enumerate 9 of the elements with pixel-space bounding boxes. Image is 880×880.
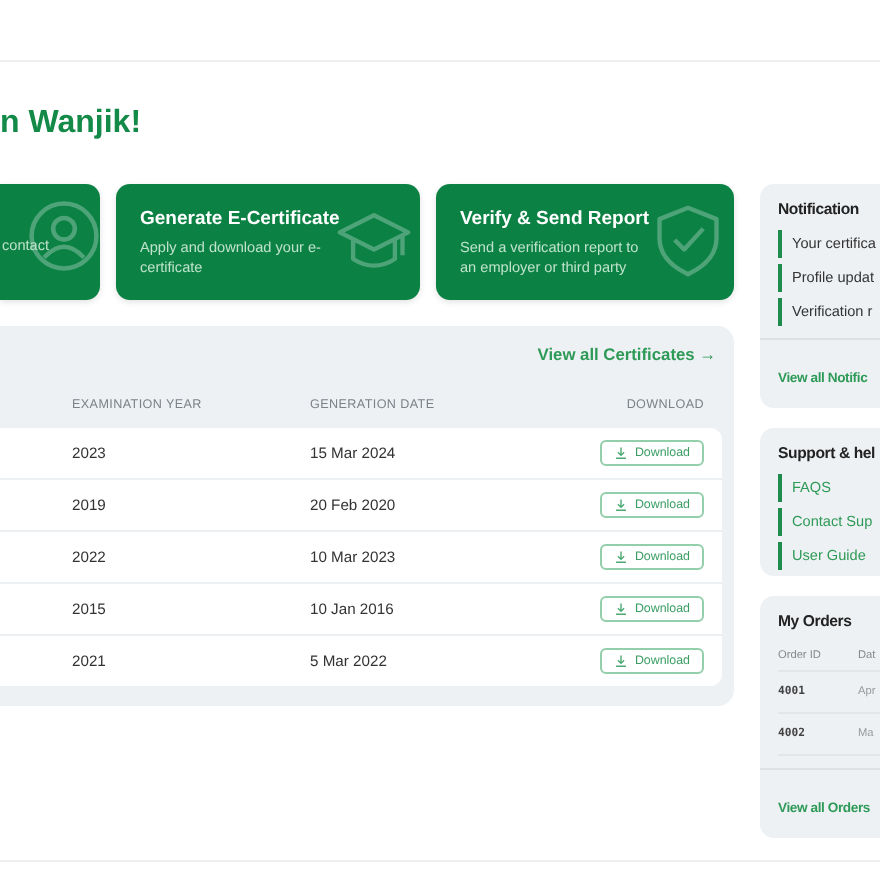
download-icon bbox=[614, 446, 629, 460]
download-icon bbox=[614, 602, 629, 616]
view-all-certificates-link[interactable]: View all Certificates → bbox=[537, 344, 716, 364]
greeting-heading: n Wanjik! bbox=[0, 104, 144, 142]
download-icon bbox=[614, 498, 629, 512]
download-icon bbox=[614, 654, 629, 668]
card-title: Verify & Send Report bbox=[460, 207, 651, 229]
card-title: Generate E-Certificate bbox=[140, 207, 340, 229]
download-icon bbox=[614, 550, 629, 564]
